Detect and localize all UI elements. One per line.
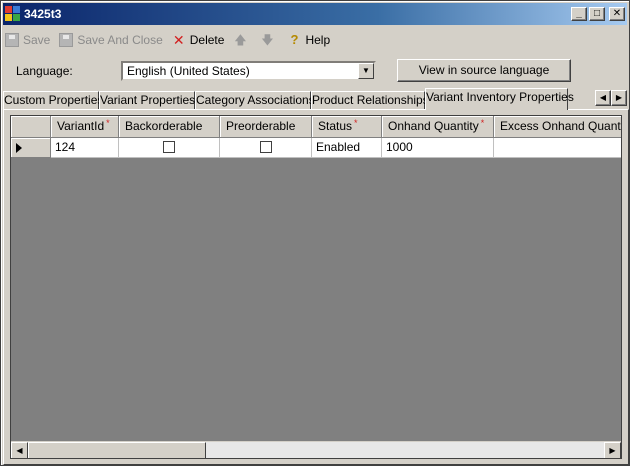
tab-variant-inventory-properties[interactable]: Variant Inventory Properties [425,88,574,110]
arrow-right-icon: ▶ [609,446,616,455]
view-in-source-language-button[interactable]: View in source language [397,59,571,82]
cell-onhand-quantity[interactable]: 1000 [382,138,494,158]
save-and-close-button[interactable]: Save And Close [59,33,163,47]
help-label: Help [305,33,331,47]
title-bar[interactable]: 3425t3 _ □ ✕ [3,3,627,25]
language-select[interactable]: English (United States) ▼ [121,61,376,81]
move-up-button[interactable]: 🡅 [233,33,251,47]
tab-panel: VariantId * Backorderable Preorderable St… [3,109,629,465]
toolbar: Save Save And Close ✕ Delete 🡅 🡇 ? Help [3,28,627,52]
tab-variant-properties[interactable]: Variant Properties [99,91,195,110]
table-row[interactable]: 124 Enabled 1000 [11,138,621,158]
column-header-label: VariantId [57,119,105,133]
column-header-excess-onhand-quantity[interactable]: Excess Onhand Quantity [494,116,622,138]
required-marker: * [480,118,485,128]
inventory-grid: VariantId * Backorderable Preorderable St… [10,115,622,459]
scrollbar-thumb[interactable] [28,442,206,458]
tab-strip: Custom Properties Variant Properties Cat… [3,88,629,110]
preorderable-checkbox[interactable] [259,141,272,153]
backorderable-checkbox[interactable] [163,141,175,153]
required-marker: * [354,118,358,128]
app-icon [5,6,21,22]
delete-label: Delete [189,33,225,47]
window-title: 3425t3 [24,7,62,21]
close-icon: ✕ [612,8,622,19]
save-label: Save [23,33,51,47]
tab-product-relationships[interactable]: Product Relationships [311,91,429,110]
row-header[interactable] [11,138,51,158]
tab-scroll-left-button[interactable]: ◀ [595,90,611,106]
column-header-onhand-quantity[interactable]: Onhand Quantity * [382,116,494,138]
floppy-disk-icon [59,33,74,47]
current-row-arrow-icon [16,143,22,153]
language-selected-value: English (United States) [127,64,250,78]
chevron-down-icon[interactable]: ▼ [358,63,374,79]
save-and-close-label: Save And Close [77,33,163,47]
save-button[interactable]: Save [5,33,50,47]
help-button[interactable]: ? Help [287,32,331,48]
maximize-icon: □ [593,8,601,19]
tab-custom-properties[interactable]: Custom Properties [3,91,103,110]
scroll-left-button[interactable]: ◀ [11,442,28,458]
column-header-label: Status [318,119,353,133]
column-header-label: Onhand Quantity [388,119,479,133]
grid-header: VariantId * Backorderable Preorderable St… [11,116,622,138]
column-header-status[interactable]: Status * [312,116,382,138]
column-header-backorderable[interactable]: Backorderable [119,116,220,138]
column-header-label: Backorderable [125,119,203,133]
column-header-variantid[interactable]: VariantId * [51,116,119,138]
maximize-button[interactable]: □ [589,7,605,21]
column-header-label: Preorderable [226,119,296,133]
horizontal-scrollbar[interactable]: ◀ ▶ [11,441,621,458]
cell-excess-onhand-quantity[interactable] [494,138,621,158]
column-header-preorderable[interactable]: Preorderable [220,116,312,138]
language-label: Language: [16,64,73,78]
arrow-left-icon: ◀ [599,93,607,102]
scroll-right-button[interactable]: ▶ [604,442,621,458]
application-window: 3425t3 _ □ ✕ Save Save And Close ✕ Delet… [0,0,630,466]
minimize-button[interactable]: _ [571,7,587,21]
minimize-icon: _ [576,8,582,19]
cell-backorderable[interactable] [119,138,220,158]
column-header-label: Excess Onhand Quantity [500,119,622,133]
tab-category-associations[interactable]: Category Associations [195,91,315,110]
arrow-right-icon: ▶ [615,93,623,102]
delete-button[interactable]: ✕ Delete [172,33,225,47]
cell-status[interactable]: Enabled [312,138,382,158]
arrow-down-icon: 🡇 [261,33,274,47]
cell-variantid[interactable]: 124 [51,138,119,158]
arrow-up-icon: 🡅 [234,33,247,47]
move-down-button[interactable]: 🡇 [260,33,278,47]
language-row: Language: English (United States) ▼ View… [3,59,627,83]
close-button[interactable]: ✕ [609,7,625,21]
cell-preorderable[interactable] [220,138,312,158]
tab-scroll-right-button[interactable]: ▶ [611,90,627,106]
arrow-left-icon: ◀ [16,446,23,455]
row-header-corner [11,116,51,138]
delete-icon: ✕ [172,32,185,48]
required-marker: * [106,118,110,128]
help-icon: ? [290,32,299,47]
floppy-disk-icon [5,33,19,47]
